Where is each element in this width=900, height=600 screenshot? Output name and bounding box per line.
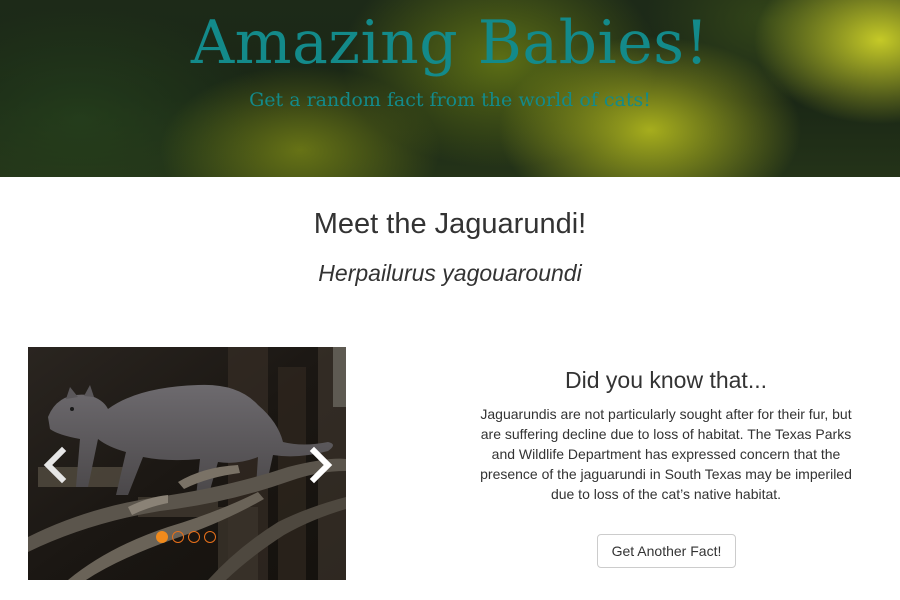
carousel-indicator-4[interactable]: [204, 531, 216, 543]
carousel-indicators: [156, 531, 216, 545]
carousel-prev-button[interactable]: [36, 443, 76, 487]
cat-heading: Meet the Jaguarundi!: [313, 208, 587, 240]
get-another-fact-button[interactable]: Get Another Fact!: [597, 534, 736, 568]
carousel-indicator-2[interactable]: [172, 531, 184, 543]
image-carousel: [28, 347, 346, 580]
carousel-indicator-1[interactable]: [156, 531, 168, 543]
fact-heading: Did you know that...: [565, 367, 767, 393]
site-subtitle: Get a random fact from the world of cats…: [249, 89, 651, 111]
hero-banner: Amazing Babies! Get a random fact from t…: [0, 0, 900, 177]
carousel-next-button[interactable]: [300, 443, 340, 487]
scientific-name: Herpailurus yagouaroundi: [318, 260, 582, 286]
site-title: Amazing Babies!: [190, 8, 710, 78]
chevron-right-icon: [309, 446, 333, 484]
fact-text: Jaguarundis are not particularly sought …: [480, 406, 852, 502]
carousel-indicator-3[interactable]: [188, 531, 200, 543]
chevron-left-icon: [43, 446, 67, 484]
